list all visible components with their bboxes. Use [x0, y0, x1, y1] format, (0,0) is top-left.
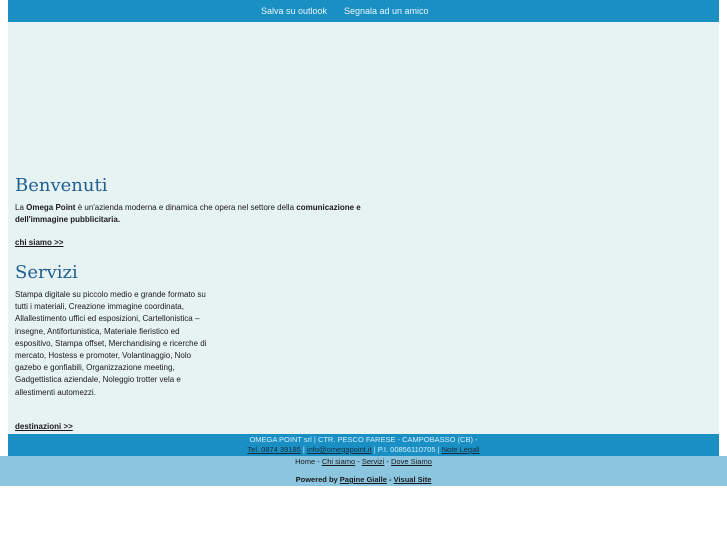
separator: -	[315, 457, 322, 466]
company-contacts: Tel. 0874 39185 | info@omegapoint.it | P…	[8, 445, 719, 454]
separator: -	[384, 457, 392, 466]
destinations-link[interactable]: destinazioni >>	[15, 422, 73, 431]
email-link[interactable]: info@omegapoint.it	[307, 445, 372, 454]
services-line: allestimenti automezzi.	[15, 387, 96, 397]
services-line: insegne, Antifortunistica, Materiale fie…	[15, 326, 180, 336]
separator: -	[386, 475, 394, 484]
report-friend-link[interactable]: Segnala ad un amico	[344, 6, 429, 16]
footer-home[interactable]: Home	[295, 457, 315, 466]
services-line: tutti i materiali, Creazione immagine co…	[15, 302, 184, 312]
services-line: Allallestimento uffici ed esposizioni, C…	[15, 314, 200, 324]
pagine-gialle-link[interactable]: Pagine Gialle	[340, 475, 387, 484]
footer-nav-bar: Home - Chi siamo - Servizi - Dove Siamo …	[0, 456, 727, 486]
top-bar: Salva su outlook Segnala ad un amico	[8, 0, 719, 22]
footer-location-link[interactable]: Dove Siamo	[391, 457, 432, 466]
services-line: gazebo e gonfiabili, Organizzazione meet…	[15, 363, 175, 373]
vat-number: | P.I. 00856110705 |	[371, 445, 442, 454]
footer-about-link[interactable]: Chi siamo	[322, 457, 355, 466]
company-address: OMEGA POINT srl | CTR. PESCO FARESE - CA…	[249, 435, 478, 444]
main-content: Benvenuti La Omega Point è un'azienda mo…	[8, 22, 719, 434]
legal-notes-link[interactable]: Note Legali	[442, 445, 480, 454]
phone-link[interactable]: Tel. 0874 39185	[247, 445, 300, 454]
services-line: espositivo, Stampa offset, Merchandising…	[15, 338, 207, 348]
welcome-title: Benvenuti	[15, 175, 108, 196]
save-outlook-link[interactable]: Salva su outlook	[261, 6, 327, 16]
services-text: Stampa digitale su piccolo medio e grand…	[15, 289, 230, 399]
powered-label: Powered by	[295, 475, 340, 484]
about-us-link[interactable]: chi siamo >>	[15, 238, 63, 247]
footer-services-link[interactable]: Servizi	[362, 457, 385, 466]
services-line: mercato, Hostess e promoter, Volantinagg…	[15, 351, 192, 361]
separator: -	[355, 457, 362, 466]
services-line: Gadgettistica aziendale, Noleggio trotte…	[15, 375, 181, 385]
welcome-text: La Omega Point è un'azienda moderna e di…	[15, 202, 385, 226]
services-line: Stampa digitale su piccolo medio e grand…	[15, 290, 206, 299]
welcome-text-part: La	[15, 203, 27, 212]
services-title: Servizi	[15, 262, 78, 283]
company-footer: OMEGA POINT srl | CTR. PESCO FARESE - CA…	[8, 434, 719, 456]
visual-site-link[interactable]: Visual Site	[394, 475, 432, 484]
footer-nav: Home - Chi siamo - Servizi - Dove Siamo	[0, 457, 727, 466]
welcome-text-part: è un'azienda moderna e dinamica che oper…	[75, 203, 297, 212]
powered-by: Powered by Pagine Gialle - Visual Site	[0, 475, 727, 484]
company-name: Omega Point	[26, 203, 76, 212]
